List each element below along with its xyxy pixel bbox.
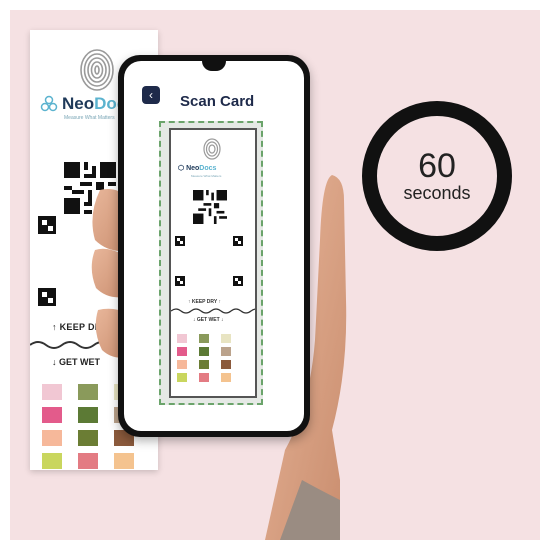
reagent-pad <box>199 360 209 369</box>
reagent-pad <box>199 334 209 343</box>
reagent-pad <box>221 373 231 382</box>
back-button[interactable]: ‹ <box>142 86 160 104</box>
screen-title: Scan Card <box>180 93 255 110</box>
reagent-pad <box>199 373 209 382</box>
brand-name: ⬡ NeoDocs <box>178 165 217 172</box>
reagent-pad <box>221 347 231 356</box>
reagent-pads <box>177 334 231 382</box>
fingerprint-icon <box>203 138 221 160</box>
reagent-pad <box>177 373 187 382</box>
phone-notch <box>202 61 226 71</box>
alignment-marker <box>233 276 243 286</box>
timer-unit: seconds <box>403 183 471 203</box>
scan-frame[interactable]: ⬡ NeoDocs Measure What Matters ↑ KEEP DR… <box>159 121 263 405</box>
alignment-marker <box>175 276 185 286</box>
reagent-pad <box>177 347 187 356</box>
reagent-pad <box>199 347 209 356</box>
keep-dry-label: ↑ KEEP DRY ↑ <box>188 299 221 305</box>
brand-tagline: Measure What Matters <box>191 174 222 178</box>
scanned-card: ⬡ NeoDocs Measure What Matters ↑ KEEP DR… <box>169 128 257 398</box>
reagent-pad <box>221 334 231 343</box>
phone: ‹ Scan Card ⬡ NeoDocs Measure What Matte… <box>118 55 310 437</box>
wave-divider <box>171 308 255 314</box>
alignment-marker <box>175 236 185 246</box>
get-wet-label: ↓ GET WET ↓ <box>193 317 224 323</box>
scene: NeoDocs Measure What Matters ↑ KEEP DRY … <box>10 10 540 540</box>
alignment-marker <box>233 236 243 246</box>
timer-badge: 60 seconds <box>362 101 512 251</box>
chevron-left-icon: ‹ <box>149 88 153 102</box>
phone-screen: ‹ Scan Card ⬡ NeoDocs Measure What Matte… <box>124 61 304 431</box>
reagent-pad <box>221 360 231 369</box>
reagent-pad <box>177 360 187 369</box>
reagent-pad <box>177 334 187 343</box>
timer-value: 60 <box>418 147 456 185</box>
qr-code <box>193 190 227 224</box>
